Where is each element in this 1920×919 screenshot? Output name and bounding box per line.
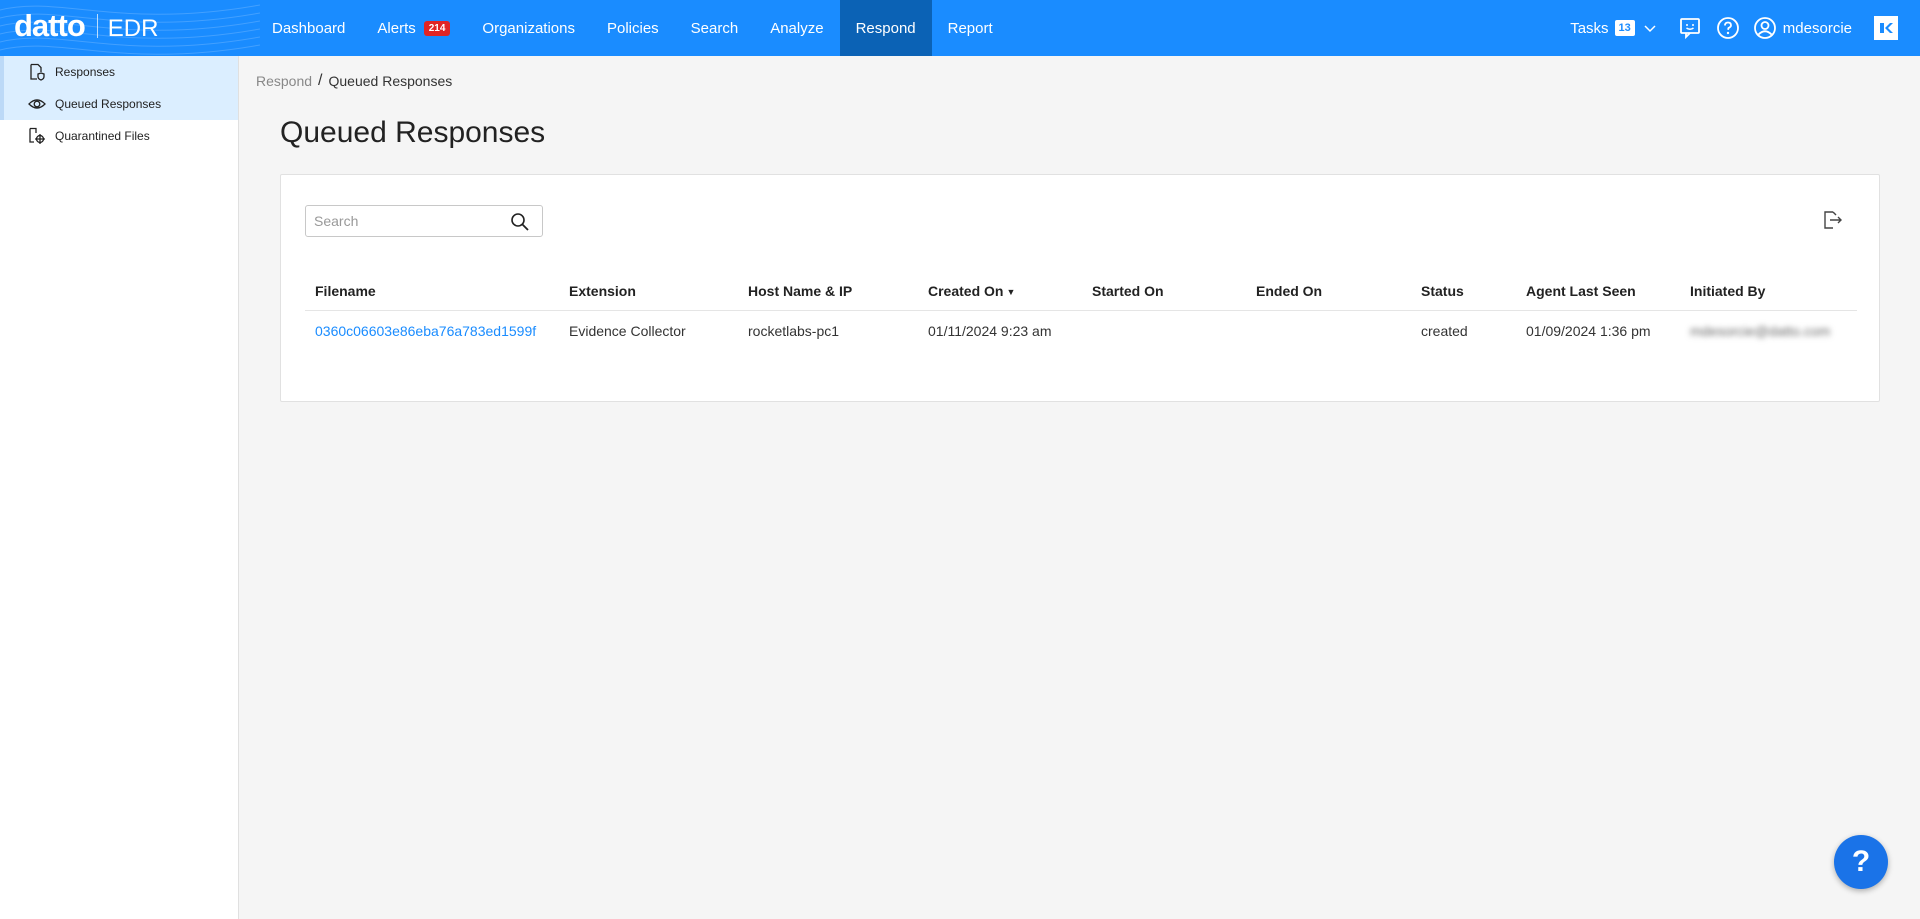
sidebar: Responses Queued Responses Quarantined F… [0, 56, 239, 919]
nav-label: Alerts [377, 19, 416, 37]
search-icon[interactable] [510, 212, 530, 232]
breadcrumb-current: Queued Responses [328, 73, 453, 89]
product-name: EDR [107, 15, 159, 42]
column-header-started-on[interactable]: Started On [1082, 283, 1246, 299]
table-header: Filename Extension Host Name & IP Create… [305, 283, 1857, 311]
user-menu[interactable]: mdesorcie [1753, 16, 1852, 40]
brand-name: datto [14, 8, 86, 43]
alerts-count-badge: 214 [423, 20, 451, 36]
column-header-agent-last-seen[interactable]: Agent Last Seen [1516, 283, 1680, 299]
nav-alerts[interactable]: Alerts 214 [361, 0, 466, 56]
nav-dashboard[interactable]: Dashboard [256, 0, 361, 56]
nav-label: Report [947, 19, 993, 37]
chevron-down-icon [1644, 25, 1656, 33]
column-header-filename[interactable]: Filename [305, 283, 559, 299]
help-button[interactable]: ? [1834, 835, 1888, 889]
user-avatar-icon [1753, 17, 1776, 39]
sidebar-item-responses[interactable]: Responses [0, 56, 238, 88]
initiated-by-cell: mdesorcie@datto.com [1690, 323, 1831, 339]
page-title: Queued Responses [280, 116, 546, 149]
kaseya-app-switcher-icon[interactable] [1874, 16, 1898, 40]
column-header-ended-on[interactable]: Ended On [1246, 283, 1411, 299]
sidebar-item-label: Queued Responses [55, 97, 162, 111]
nav-policies[interactable]: Policies [591, 0, 675, 56]
column-header-initiated-by[interactable]: Initiated By [1680, 283, 1857, 299]
host-cell: rocketlabs-pc1 [748, 323, 840, 339]
breadcrumb-separator: / [318, 72, 323, 89]
agent-last-seen-cell: 01/09/2024 1:36 pm [1526, 323, 1651, 339]
top-nav: datto EDR Dashboard Alerts 214 Organizati… [0, 0, 1920, 56]
responses-table: Filename Extension Host Name & IP Create… [305, 283, 1857, 351]
breadcrumb: Respond / Queued Responses [256, 72, 452, 90]
nav-label: Search [690, 19, 739, 37]
sidebar-item-queued-responses[interactable]: Queued Responses [0, 88, 238, 120]
column-header-extension[interactable]: Extension [559, 283, 738, 299]
help-circle-icon[interactable] [1714, 14, 1742, 42]
nav-label: Dashboard [272, 19, 346, 37]
nav-right: Tasks 13 mdesorcie [1570, 0, 1920, 56]
search-box [305, 205, 543, 237]
tasks-dropdown[interactable]: Tasks 13 [1570, 20, 1657, 37]
main-nav: Dashboard Alerts 214 Organizations Polici… [256, 0, 1009, 56]
nav-analyze[interactable]: Analyze [754, 0, 839, 56]
quarantine-icon [27, 126, 47, 146]
table-row: 0360c06603e86eba76a783ed1599f Evidence C… [305, 311, 1857, 351]
sidebar-item-label: Quarantined Files [55, 129, 150, 143]
filename-link[interactable]: 0360c06603e86eba76a783ed1599f [305, 323, 559, 339]
sort-desc-icon: ▼ [1006, 287, 1016, 298]
nav-label: Respond [855, 19, 916, 37]
status-cell: created [1421, 323, 1468, 339]
nav-organizations[interactable]: Organizations [466, 0, 591, 56]
username: mdesorcie [1782, 19, 1852, 37]
queued-responses-card: Filename Extension Host Name & IP Create… [280, 174, 1880, 402]
feedback-icon[interactable] [1676, 14, 1704, 42]
nav-search[interactable]: Search [675, 0, 755, 56]
tasks-count-badge: 13 [1614, 20, 1635, 36]
column-header-host[interactable]: Host Name & IP [738, 283, 918, 299]
nav-label: Analyze [770, 19, 824, 37]
datto-edr-logo[interactable]: datto EDR [14, 8, 158, 44]
logo-divider [96, 14, 98, 38]
search-input[interactable] [306, 213, 506, 229]
sidebar-item-quarantined-files[interactable]: Quarantined Files [0, 120, 238, 152]
extension-cell: Evidence Collector [569, 323, 686, 339]
nav-respond[interactable]: Respond [839, 0, 932, 56]
tasks-label: Tasks [1570, 19, 1609, 37]
eye-icon [27, 94, 47, 114]
breadcrumb-respond-link[interactable]: Respond [256, 73, 312, 89]
nav-label: Organizations [482, 19, 575, 37]
nav-report[interactable]: Report [932, 0, 1009, 56]
created-on-cell: 01/11/2024 9:23 am [928, 323, 1052, 339]
column-header-status[interactable]: Status [1411, 283, 1516, 299]
sidebar-item-label: Responses [55, 65, 116, 79]
nav-label: Policies [606, 19, 659, 37]
column-header-created-on[interactable]: Created On ▼ [918, 283, 1082, 299]
export-icon[interactable] [1821, 209, 1843, 231]
column-header-label: Created On [928, 283, 1004, 299]
file-shield-icon [27, 62, 47, 82]
